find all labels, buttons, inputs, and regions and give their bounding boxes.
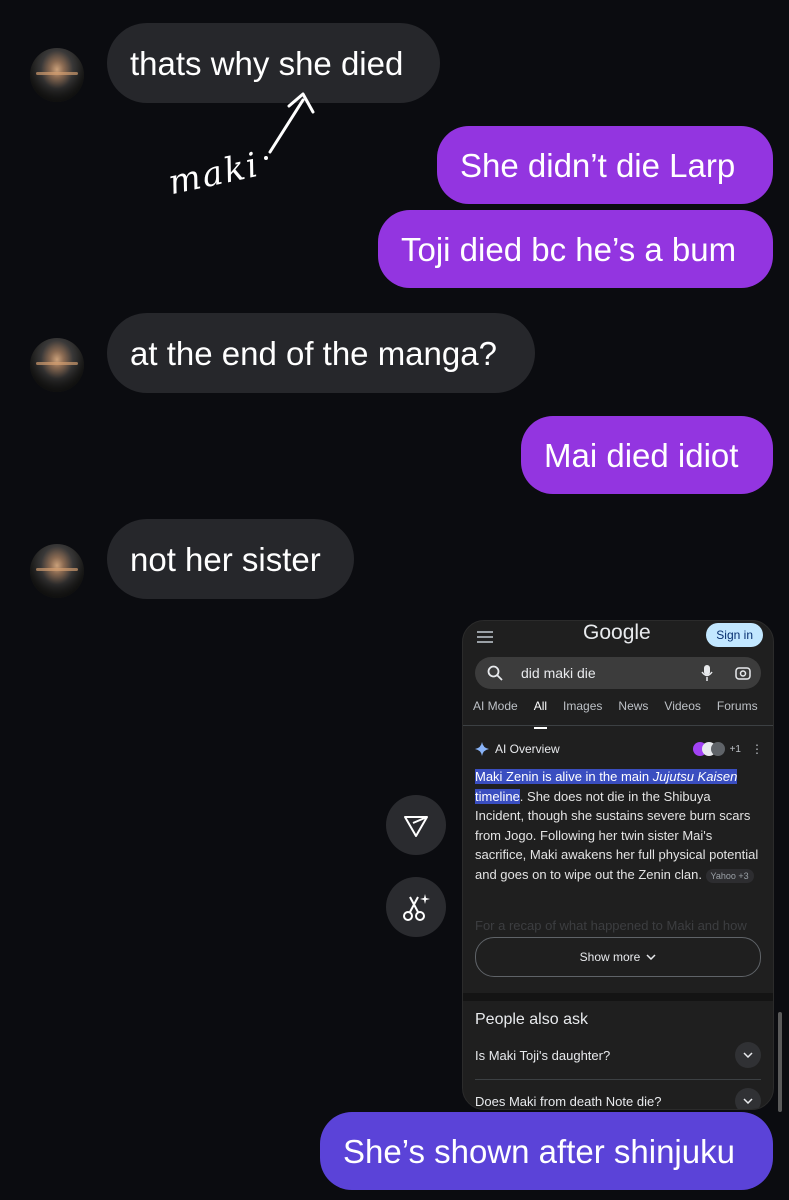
message-text: She’s shown after shinjuku bbox=[343, 1132, 735, 1170]
highlight-italic: Jujutsu Kaisen bbox=[652, 769, 738, 784]
chevron-down-icon bbox=[735, 1088, 761, 1109]
more-vert-icon: ⋮ bbox=[751, 742, 763, 756]
message-outgoing[interactable]: Mai died idiot bbox=[521, 416, 773, 494]
source-count: +1 bbox=[729, 743, 741, 755]
sign-in-button: Sign in bbox=[706, 623, 763, 647]
message-text: at the end of the manga? bbox=[130, 334, 497, 372]
scissors-sparkle-icon bbox=[403, 894, 430, 921]
chevron-down-icon bbox=[735, 1042, 761, 1068]
send-icon bbox=[404, 816, 428, 837]
microphone-icon bbox=[701, 665, 713, 681]
message-outgoing[interactable]: She’s shown after shinjuku bbox=[320, 1112, 773, 1190]
show-more-label: Show more bbox=[579, 950, 641, 964]
section-separator bbox=[463, 993, 773, 1001]
message-outgoing[interactable]: Toji died bc he’s a bum bbox=[378, 210, 773, 288]
tab-images: Images bbox=[563, 699, 603, 713]
ai-overview-header: AI Overview +1 ⋮ bbox=[475, 739, 763, 759]
tab-news: News bbox=[618, 699, 649, 713]
ai-overview-text: Maki Zenin is alive in the main Jujutsu … bbox=[475, 767, 759, 885]
chevron-down-icon bbox=[646, 954, 656, 960]
menu-icon bbox=[477, 631, 493, 643]
source-chip-label: Yahoo +3 bbox=[710, 870, 749, 881]
lens-icon bbox=[735, 667, 751, 680]
message-outgoing[interactable]: She didn’t die Larp bbox=[437, 126, 773, 204]
sparkle-icon bbox=[475, 742, 489, 756]
search-icon bbox=[487, 665, 503, 681]
message-text: Mai died idiot bbox=[544, 436, 739, 474]
highlight-text: Maki Zenin is alive in the main bbox=[475, 769, 653, 784]
avatar[interactable] bbox=[30, 338, 84, 392]
source-favicons-icon bbox=[692, 742, 725, 756]
tab-ai-mode: AI Mode bbox=[473, 699, 518, 713]
message-incoming[interactable]: not her sister bbox=[107, 519, 354, 599]
tab-forums: Forums bbox=[716, 699, 758, 713]
scrollbar[interactable] bbox=[778, 1012, 782, 1112]
divider bbox=[463, 725, 773, 726]
search-tabs: AI Mode All Images News Videos Forums bbox=[473, 699, 773, 729]
tab-videos: Videos bbox=[664, 699, 701, 713]
send-button[interactable] bbox=[386, 795, 446, 855]
people-also-ask-title: People also ask bbox=[475, 1011, 588, 1028]
tab-all: All bbox=[533, 699, 548, 729]
divider bbox=[475, 1079, 761, 1080]
source-chip: Yahoo +3 bbox=[705, 868, 754, 883]
message-text: She didn’t die Larp bbox=[460, 146, 736, 184]
overview-faded-text: For a recap of what happened to Maki and… bbox=[475, 918, 747, 933]
google-logo: Google bbox=[583, 621, 651, 644]
ai-overview-title: AI Overview bbox=[495, 742, 560, 756]
paa-question-text: Does Maki from death Note die? bbox=[475, 1093, 662, 1109]
google-header: Google Sign in bbox=[463, 621, 773, 657]
avatar[interactable] bbox=[30, 48, 84, 102]
message-text: thats why she died bbox=[130, 44, 404, 82]
paa-question-text: Is Maki Toji's daughter? bbox=[475, 1047, 611, 1063]
search-bar: did maki die bbox=[475, 657, 761, 689]
message-text: Toji died bc he’s a bum bbox=[401, 230, 737, 268]
avatar[interactable] bbox=[30, 544, 84, 598]
edit-button[interactable] bbox=[386, 877, 446, 937]
search-query: did maki die bbox=[521, 665, 596, 681]
message-text: not her sister bbox=[130, 540, 321, 578]
message-incoming[interactable]: at the end of the manga? bbox=[107, 313, 535, 393]
paa-question: Is Maki Toji's daughter? bbox=[475, 1042, 761, 1068]
paa-question: Does Maki from death Note die? bbox=[475, 1088, 761, 1109]
google-screenshot-attachment[interactable]: Google Sign in did maki die AI Mode All … bbox=[462, 620, 774, 1110]
highlight-text-2: timeline bbox=[475, 788, 520, 804]
show-more-button: Show more bbox=[475, 937, 761, 977]
